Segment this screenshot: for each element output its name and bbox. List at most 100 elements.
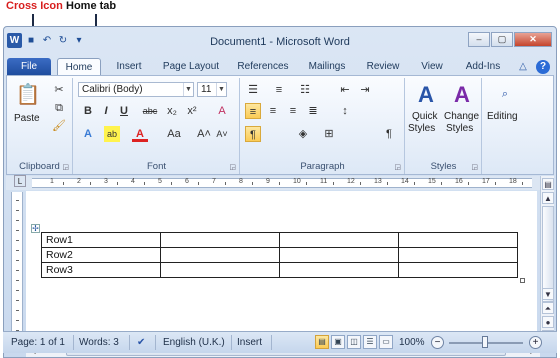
ruler-number: 11 [320, 178, 328, 185]
minimize-button[interactable]: – [468, 32, 490, 47]
scroll-up-icon[interactable]: ▲ [542, 192, 554, 204]
tab-selector-icon[interactable]: L [14, 175, 26, 187]
highlight-button[interactable]: ab [104, 126, 120, 142]
draft-view-icon[interactable]: ▭ [379, 335, 393, 349]
table-cell[interactable] [160, 247, 280, 263]
change-styles-button-line2[interactable]: Styles [446, 122, 473, 136]
borders-icon[interactable]: ⊞ [321, 126, 337, 142]
font-launcher-icon[interactable]: ◲ [229, 163, 236, 171]
font-name-combo[interactable]: Calibri (Body) ▼ [78, 82, 194, 97]
change-styles-icon[interactable]: A [448, 82, 476, 108]
outline-view-icon[interactable]: ☰ [363, 335, 377, 349]
scroll-down-icon[interactable]: ▼ [542, 288, 554, 300]
change-case-button[interactable]: Aa [164, 126, 184, 142]
language-indicator[interactable]: English (U.K.) [163, 337, 225, 348]
table-cell[interactable] [279, 232, 399, 248]
collapse-ribbon-icon[interactable]: △ [516, 60, 530, 74]
grow-font-button[interactable]: A˄ [196, 126, 212, 142]
tab-review[interactable]: Review [362, 58, 404, 75]
table-cell[interactable] [160, 232, 280, 248]
zoom-out-icon[interactable]: − [431, 336, 444, 349]
vertical-ruler[interactable] [11, 192, 23, 342]
clear-formatting-icon[interactable]: A [214, 103, 230, 119]
vertical-scrollbar[interactable]: ▤ ▲ ▼ ⏶ ● ⏷ [540, 176, 554, 344]
zoom-slider-thumb[interactable] [482, 336, 488, 348]
table-cell[interactable]: Row3 [41, 262, 161, 278]
table-cell[interactable] [279, 262, 399, 278]
tab-mailings[interactable]: Mailings [302, 58, 352, 75]
binoculars-icon[interactable]: ⌕ [497, 86, 513, 102]
browse-object-icon[interactable]: ● [542, 316, 554, 328]
paste-icon[interactable]: 📋 [15, 82, 41, 108]
copy-icon[interactable]: ⧉ [51, 100, 67, 116]
shading-icon[interactable]: ◈ [295, 126, 311, 142]
document-table[interactable]: Row1 Row2 Row3 [41, 232, 518, 278]
horizontal-ruler[interactable]: 1 2 3 4 5 6 7 8 9 10 11 12 13 14 15 16 17 18 [32, 178, 532, 188]
font-size-dropdown-icon[interactable]: ▼ [216, 83, 226, 96]
maximize-button[interactable]: ▢ [491, 32, 513, 47]
font-color-button[interactable]: A [132, 126, 148, 142]
increase-indent-icon[interactable]: ⇥ [357, 82, 373, 98]
font-name-dropdown-icon[interactable]: ▼ [183, 83, 193, 96]
subscript-button[interactable]: x₂ [164, 103, 180, 119]
page-count[interactable]: Page: 1 of 1 [11, 337, 65, 348]
tab-view[interactable]: View [414, 58, 450, 75]
web-layout-view-icon[interactable]: ◫ [347, 335, 361, 349]
format-painter-icon[interactable]: 🖌 [51, 118, 67, 134]
zoom-level[interactable]: 100% [399, 337, 425, 348]
multilevel-list-icon[interactable]: ☷ [297, 82, 313, 98]
cut-icon[interactable]: ✂ [51, 82, 67, 98]
font-size-combo[interactable]: 11 ▼ [197, 82, 227, 97]
table-resize-handle[interactable] [520, 278, 525, 283]
table-cell[interactable] [160, 262, 280, 278]
tab-insert[interactable]: Insert [108, 58, 150, 75]
align-right-button[interactable]: ≡ [285, 103, 301, 119]
styles-launcher-icon[interactable]: ◲ [471, 163, 478, 171]
table-cell[interactable] [279, 247, 399, 263]
word-count[interactable]: Words: 3 [79, 337, 119, 348]
previous-page-icon[interactable]: ⏶ [542, 302, 554, 314]
line-spacing-icon[interactable]: ↕ [337, 103, 353, 119]
clipboard-launcher-icon[interactable]: ◲ [62, 163, 69, 171]
text-effects-button[interactable]: A [80, 126, 96, 142]
table-cell[interactable] [398, 232, 518, 248]
align-left-button[interactable]: ≡ [245, 103, 261, 119]
decrease-indent-icon[interactable]: ⇤ [337, 82, 353, 98]
tab-references[interactable]: References [232, 58, 294, 75]
tab-file[interactable]: File [7, 58, 51, 75]
editing-button[interactable]: Editing [487, 110, 518, 124]
underline-button[interactable]: U [116, 103, 132, 119]
justify-button[interactable]: ≣ [305, 103, 321, 119]
table-cell[interactable] [398, 262, 518, 278]
tab-home[interactable]: Home [57, 58, 101, 75]
view-ruler-icon[interactable]: ▤ [542, 178, 554, 190]
bold-button[interactable]: B [80, 103, 96, 119]
zoom-in-icon[interactable]: + [529, 336, 542, 349]
print-layout-view-icon[interactable]: ▤ [315, 335, 329, 349]
strikethrough-button[interactable]: abc [140, 103, 160, 119]
pilcrow-icon[interactable]: ¶ [381, 126, 397, 142]
insert-mode-indicator[interactable]: Insert [237, 337, 262, 348]
align-center-button[interactable]: ≡ [265, 103, 281, 119]
table-cell[interactable]: Row1 [41, 232, 161, 248]
table-cell[interactable]: Row2 [41, 247, 161, 263]
paste-button[interactable]: Paste [14, 112, 40, 126]
show-marks-button[interactable]: ¶ [245, 126, 261, 142]
tab-page-layout[interactable]: Page Layout [159, 58, 223, 75]
superscript-button[interactable]: x² [184, 103, 200, 119]
document-page[interactable]: ✢ Row1 Row2 Row3 [26, 191, 537, 344]
full-screen-view-icon[interactable]: ▣ [331, 335, 345, 349]
quick-styles-button-line2[interactable]: Styles [408, 122, 435, 136]
numbering-icon[interactable]: ≡ [271, 82, 287, 98]
bullets-icon[interactable]: ☰ [245, 82, 261, 98]
shrink-font-button[interactable]: A˅ [214, 126, 230, 142]
proofing-icon[interactable]: ✔ [137, 337, 145, 348]
paragraph-launcher-icon[interactable]: ◲ [394, 163, 401, 171]
italic-button[interactable]: I [98, 103, 114, 119]
table-cell[interactable] [398, 247, 518, 263]
quick-styles-icon[interactable]: A [412, 82, 440, 108]
tab-add-ins[interactable]: Add-Ins [459, 58, 507, 75]
close-button[interactable]: ✕ [514, 32, 552, 47]
table-move-handle-icon[interactable]: ✢ [31, 224, 40, 233]
help-icon[interactable]: ? [536, 60, 550, 74]
